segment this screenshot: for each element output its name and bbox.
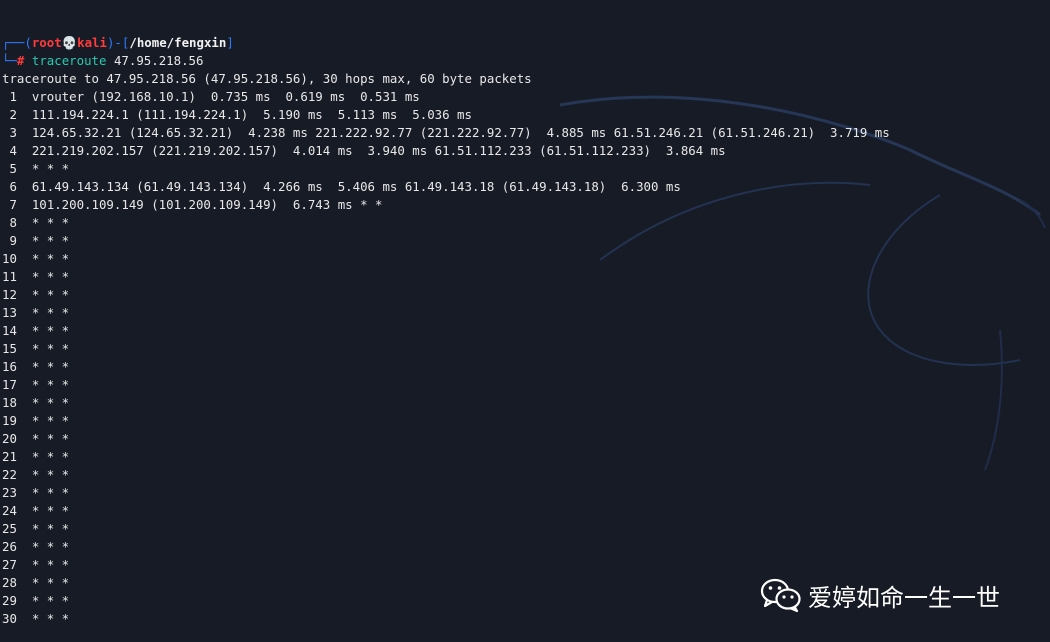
hop-line: 8 * * *	[2, 215, 70, 230]
hop-line: 17 * * *	[2, 377, 70, 392]
prompt-frame-top: ┌──(	[2, 35, 32, 50]
hop-line: 3 124.65.32.21 (124.65.32.21) 4.238 ms 2…	[2, 125, 890, 140]
prompt-frame-mid: )-[	[106, 35, 130, 50]
hop-line: 27 * * *	[2, 557, 70, 572]
hop-line: 14 * * *	[2, 323, 70, 338]
hop-line: 18 * * *	[2, 395, 70, 410]
terminal-output[interactable]: ┌──(root💀kali)-[/home/fengxin] └─# trace…	[2, 34, 890, 628]
hop-line: 4 221.219.202.157 (221.219.202.157) 4.01…	[2, 143, 726, 158]
hop-line: 19 * * *	[2, 413, 70, 428]
watermark: 爱婷如命一生一世	[760, 576, 1000, 614]
hop-line: 16 * * *	[2, 359, 70, 374]
hop-line: 6 61.49.143.134 (61.49.143.134) 4.266 ms…	[2, 179, 681, 194]
output-header: traceroute to 47.95.218.56 (47.95.218.56…	[2, 71, 532, 86]
hop-line: 29 * * *	[2, 593, 70, 608]
hop-line: 23 * * *	[2, 485, 70, 500]
command-line: └─# traceroute 47.95.218.56	[2, 52, 890, 70]
wechat-icon	[760, 578, 801, 613]
prompt-frame-bottom: └─	[2, 53, 17, 68]
prompt-user: root	[31, 35, 62, 50]
hop-line: 5 * * *	[2, 161, 70, 176]
hop-list: 1 vrouter (192.168.10.1) 0.735 ms 0.619 …	[2, 88, 890, 628]
hop-line: 30 * * *	[2, 611, 70, 626]
watermark-text: 爱婷如命一生一世	[808, 583, 1000, 612]
hop-line: 11 * * *	[2, 269, 70, 284]
skull-icon: 💀	[61, 35, 78, 50]
hop-line: 1 vrouter (192.168.10.1) 0.735 ms 0.619 …	[2, 89, 420, 104]
prompt-host: kali	[77, 35, 107, 50]
hop-line: 9 * * *	[2, 233, 70, 248]
command-name: traceroute	[31, 53, 107, 68]
prompt-hash: #	[16, 53, 25, 68]
prompt-path: /home/fengxin	[129, 35, 227, 50]
hop-line: 15 * * *	[2, 341, 70, 356]
terminal-window[interactable]: ┌──(root💀kali)-[/home/fengxin] └─# trace…	[0, 0, 1050, 642]
command-argument: 47.95.218.56	[113, 53, 204, 68]
hop-line: 22 * * *	[2, 467, 70, 482]
hop-line: 13 * * *	[2, 305, 70, 320]
hop-line: 10 * * *	[2, 251, 70, 266]
hop-line: 21 * * *	[2, 449, 70, 464]
prompt-line: ┌──(root💀kali)-[/home/fengxin]	[2, 34, 890, 52]
hop-line: 2 111.194.224.1 (111.194.224.1) 5.190 ms…	[2, 107, 472, 122]
hop-line: 25 * * *	[2, 521, 70, 536]
hop-line: 26 * * *	[2, 539, 70, 554]
hop-line: 12 * * *	[2, 287, 70, 302]
hop-line: 20 * * *	[2, 431, 70, 446]
hop-line: 24 * * *	[2, 503, 70, 518]
prompt-frame-end: ]	[226, 35, 234, 50]
hop-line: 28 * * *	[2, 575, 70, 590]
hop-line: 7 101.200.109.149 (101.200.109.149) 6.74…	[2, 197, 383, 212]
